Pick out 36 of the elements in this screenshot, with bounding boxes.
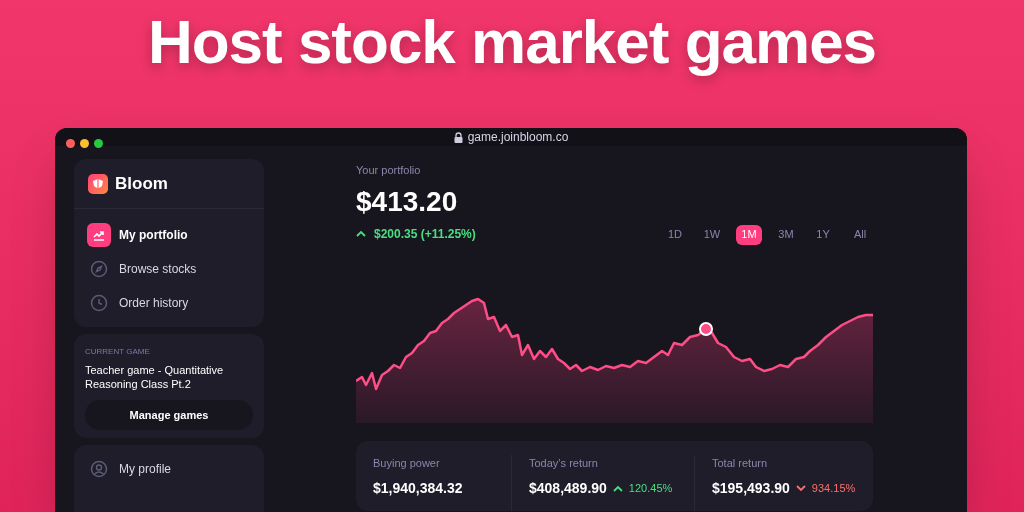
- manage-games-button[interactable]: Manage games: [85, 400, 253, 430]
- stat-label: Total return: [712, 455, 769, 471]
- section-label: CURRENT GAME: [85, 346, 151, 358]
- nav-item[interactable]: My portfolio: [87, 223, 251, 247]
- clock-icon: [90, 294, 108, 312]
- lock-icon: [453, 131, 463, 143]
- caret-down-icon: [795, 485, 806, 492]
- chart-trend-icon: [87, 223, 111, 247]
- range-tab[interactable]: 1Y: [810, 224, 836, 245]
- stat-label: Buying power: [373, 455, 441, 471]
- brand-name: Bloom: [115, 172, 168, 195]
- url-text: game.joinbloom.co: [467, 129, 569, 146]
- range-tab[interactable]: 1D: [662, 224, 688, 245]
- caret-up-icon: [356, 230, 366, 237]
- portfolio-change: $200.35 (+11.25%): [374, 225, 476, 243]
- portfolio-label: Your portfolio: [356, 163, 422, 178]
- range-tab[interactable]: 3M: [773, 224, 799, 245]
- nav-item[interactable]: My profile: [87, 460, 251, 478]
- stat-value: $195,493.90: [712, 479, 790, 498]
- stat-change: 934.15%: [811, 481, 856, 497]
- range-tab[interactable]: 1W: [699, 224, 725, 245]
- game-title: Teacher game - Quantitative Reasoning Class Pt.2: [85, 363, 225, 391]
- headline: Host stock market games: [147, 6, 877, 78]
- flower-logo-icon: [88, 173, 108, 194]
- stat-value: $408,489.90: [529, 479, 607, 498]
- range-tab[interactable]: All: [847, 224, 873, 245]
- nav-item[interactable]: Order history: [87, 291, 251, 315]
- stat-value: $1,940,384.32: [373, 479, 463, 498]
- caret-up-icon: [612, 485, 623, 492]
- compass-icon: [90, 260, 108, 278]
- range-tab[interactable]: 1M: [736, 224, 762, 245]
- user-icon: [90, 460, 108, 478]
- stat-label: Today’s return: [529, 455, 599, 471]
- stat-change: 120.45%: [628, 481, 673, 497]
- nav-item[interactable]: Browse stocks: [87, 257, 251, 281]
- portfolio-value: $413.20: [356, 184, 459, 219]
